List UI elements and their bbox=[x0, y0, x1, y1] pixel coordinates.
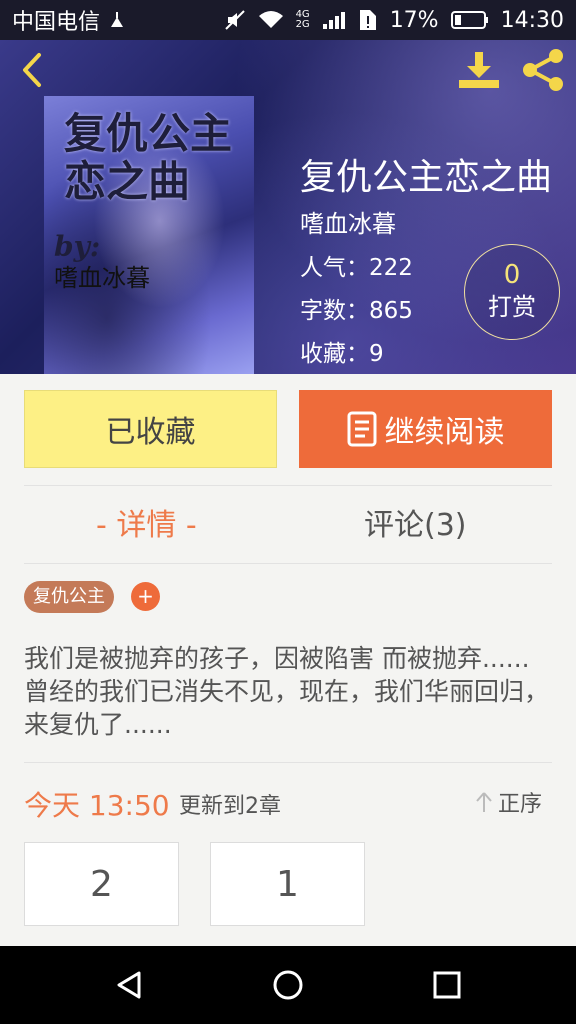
system-nav-bar bbox=[0, 946, 576, 1024]
mute-icon bbox=[224, 9, 246, 31]
book-header: 复仇公主恋之曲 by: 嗜血冰暮 复仇公主恋之曲 嗜血冰暮 人气：222 字数：… bbox=[0, 40, 576, 374]
collected-button[interactable]: 已收藏 bbox=[24, 390, 277, 468]
chapter-item[interactable]: 2 bbox=[24, 842, 179, 926]
book-description: 我们是被抛弃的孩子，因被陷害 而被抛弃......曾经的我们已消失不见，现在，我… bbox=[24, 644, 550, 739]
reward-count: 0 bbox=[503, 260, 521, 290]
book-title: 复仇公主恋之曲 bbox=[300, 157, 553, 198]
share-button[interactable] bbox=[520, 48, 566, 92]
download-icon bbox=[459, 52, 499, 88]
chevron-left-icon bbox=[23, 53, 41, 87]
carrier-name: 中国电信 bbox=[12, 10, 101, 35]
book-icon bbox=[347, 411, 376, 447]
stat-favorites: 收藏：9 bbox=[300, 334, 384, 368]
tab-detail[interactable]: - 详情 - bbox=[96, 504, 197, 548]
update-text: 更新到2章 bbox=[179, 794, 281, 819]
stat-label: 人气： bbox=[300, 255, 369, 281]
sim-alert-icon bbox=[358, 8, 378, 32]
book-cover[interactable]: 复仇公主恋之曲 by: 嗜血冰暮 bbox=[44, 96, 254, 374]
cleanup-icon bbox=[108, 11, 126, 29]
stat-label: 收藏： bbox=[300, 341, 369, 367]
collected-label: 已收藏 bbox=[105, 415, 196, 450]
update-time: 今天 13:50 bbox=[24, 789, 170, 822]
battery-icon bbox=[450, 11, 489, 29]
cover-title: 复仇公主恋之曲 bbox=[64, 109, 233, 206]
battery-percent: 17% bbox=[389, 7, 439, 33]
divider bbox=[24, 485, 552, 486]
stat-word-count: 字数：865 bbox=[300, 291, 413, 325]
download-button[interactable] bbox=[456, 50, 502, 90]
wifi-icon bbox=[258, 10, 284, 30]
sort-order-button[interactable]: 正序 bbox=[474, 786, 542, 818]
stat-value: 222 bbox=[369, 255, 413, 281]
status-bar: 中国电信 4G 2G 17% 14:30 bbox=[0, 0, 576, 40]
square-recents-icon bbox=[433, 971, 461, 999]
stat-popularity: 人气：222 bbox=[300, 248, 413, 282]
continue-reading-label: 继续阅读 bbox=[384, 415, 505, 450]
chapter-item[interactable]: 1 bbox=[210, 842, 365, 926]
stat-value: 9 bbox=[369, 341, 384, 367]
cover-author: 嗜血冰暮 bbox=[54, 264, 150, 292]
reward-label: 打赏 bbox=[488, 293, 536, 321]
nav-back-button[interactable] bbox=[104, 960, 154, 1010]
circle-home-icon bbox=[273, 970, 303, 1000]
nav-home-button[interactable] bbox=[263, 960, 313, 1010]
triangle-back-icon bbox=[117, 971, 141, 999]
add-tag-button[interactable]: + bbox=[131, 582, 160, 611]
back-button[interactable] bbox=[14, 52, 50, 88]
tab-comments[interactable]: 评论(3) bbox=[364, 504, 467, 548]
divider bbox=[24, 762, 552, 763]
clock: 14:30 bbox=[500, 7, 564, 33]
network-type-icon: 4G 2G bbox=[295, 9, 310, 30]
signal-icon bbox=[322, 10, 346, 30]
continue-reading-button[interactable]: 继续阅读 bbox=[299, 390, 552, 468]
stat-label: 字数： bbox=[300, 298, 369, 324]
tag-chip[interactable]: 复仇公主 bbox=[24, 581, 114, 613]
nav-recents-button[interactable] bbox=[422, 960, 472, 1010]
sort-label: 正序 bbox=[498, 792, 543, 817]
share-icon bbox=[523, 49, 563, 91]
reward-button[interactable]: 0 打赏 bbox=[464, 244, 560, 340]
divider bbox=[24, 563, 552, 564]
stat-value: 865 bbox=[369, 298, 413, 324]
arrow-up-icon bbox=[476, 792, 492, 812]
book-author[interactable]: 嗜血冰暮 bbox=[300, 204, 396, 239]
